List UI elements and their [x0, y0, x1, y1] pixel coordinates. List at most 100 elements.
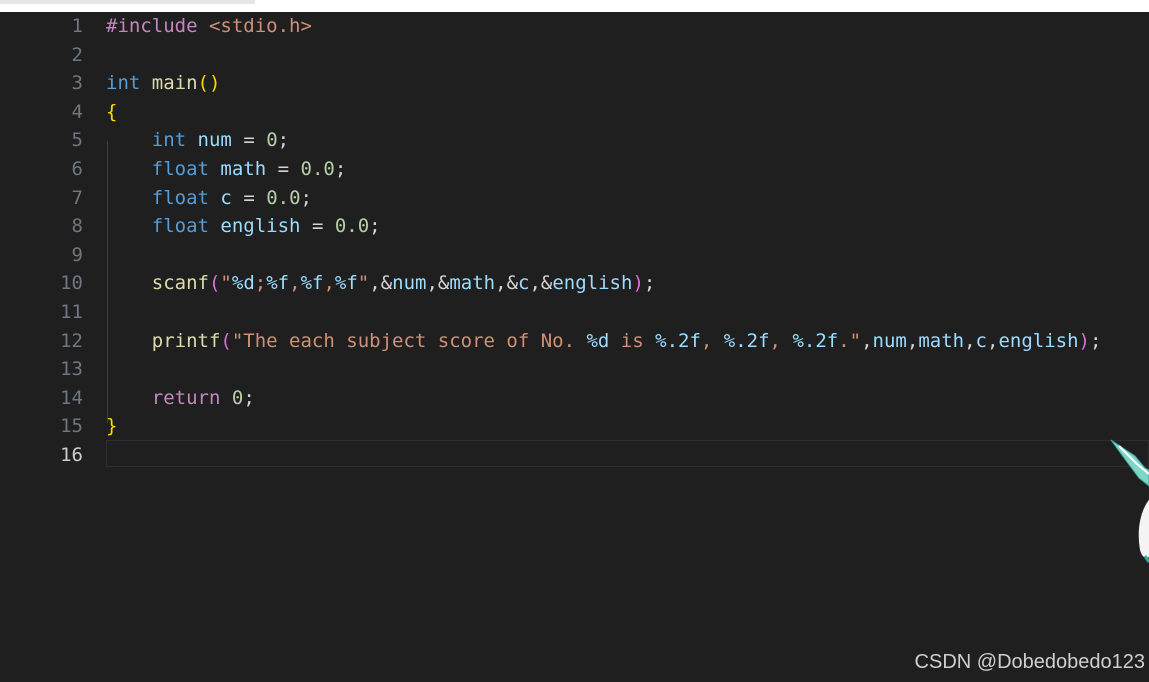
line-code: int main(): [106, 69, 220, 98]
line-number: 12: [60, 329, 83, 352]
code-line[interactable]: 13: [0, 355, 1149, 384]
code-line[interactable]: 9: [0, 241, 1149, 270]
code-token: "The each subject score of No.: [231, 329, 587, 352]
code-line[interactable]: 11: [0, 298, 1149, 327]
code-token: ,: [289, 272, 301, 295]
code-token: ,&: [529, 272, 553, 295]
code-token: ,&: [369, 272, 393, 295]
code-line[interactable]: 1 #include <stdio.h>: [0, 12, 1149, 41]
code-token: main: [151, 72, 198, 95]
code-token: english: [998, 329, 1079, 352]
code-token: {: [106, 100, 118, 123]
code-token: ,: [700, 329, 724, 352]
code-token: =: [266, 158, 301, 180]
line-number: 16: [60, 444, 83, 466]
code-token: (): [197, 72, 221, 95]
line-number: 1: [71, 15, 83, 37]
line-code: float math = 0.0;: [106, 155, 347, 184]
code-token: %f: [334, 272, 358, 295]
code-token: 0.0: [266, 186, 301, 209]
line-number: 3: [71, 72, 83, 95]
code-token: }: [106, 415, 118, 438]
code-line[interactable]: 4{: [0, 98, 1149, 127]
line-number: 15: [60, 415, 83, 438]
line-number: 11: [60, 301, 83, 323]
code-token: ,: [964, 329, 976, 352]
code-token: scanf: [151, 272, 209, 295]
code-line[interactable]: 7 float c = 0.0;: [0, 184, 1149, 213]
code-token: math: [449, 272, 496, 295]
line-code: return 0;: [106, 384, 255, 413]
code-token: c: [220, 186, 232, 209]
code-token: %.2f: [792, 329, 839, 352]
code-token: ): [632, 272, 644, 295]
code-token: ): [1078, 329, 1090, 352]
code-token: is: [609, 329, 656, 352]
code-line[interactable]: 15}: [0, 412, 1149, 441]
code-token: ,: [769, 329, 793, 352]
code-token: math: [918, 329, 965, 352]
line-code: printf("The each subject score of No. %d…: [106, 327, 1102, 356]
code-token: ": [220, 272, 232, 295]
code-token: return: [151, 386, 221, 409]
line-code: }: [106, 412, 117, 441]
code-token: math: [220, 158, 267, 180]
code-token: ,&: [426, 272, 450, 295]
code-token: printf: [151, 329, 221, 352]
line-code: float c = 0.0;: [106, 184, 312, 213]
code-token: ;: [277, 129, 290, 152]
code-token: (: [220, 329, 232, 352]
line-number: 2: [71, 43, 83, 66]
code-token: ;: [254, 272, 267, 295]
code-line[interactable]: 10 scanf("%d;%f,%f,%f",&num,&math,&c,&en…: [0, 269, 1149, 298]
code-token: =: [231, 129, 267, 152]
code-line[interactable]: 8 float english = 0.0;: [0, 212, 1149, 241]
code-token: ;: [300, 186, 312, 209]
code-line[interactable]: 6 float math = 0.0;: [0, 155, 1149, 184]
code-token: %d: [586, 329, 610, 352]
code-token: ": [357, 272, 370, 295]
code-line[interactable]: 12 printf("The each subject score of No.…: [0, 327, 1149, 356]
code-token: ,&: [495, 272, 519, 295]
code-token: %.2f: [723, 329, 770, 352]
code-line[interactable]: 5 int num = 0;: [0, 126, 1149, 155]
code-token: <stdio.h>: [208, 15, 312, 37]
code-editor[interactable]: 1 #include <stdio.h> 2 3 int main() 4{5 int n…: [0, 12, 1149, 682]
code-token: 0.0: [300, 158, 335, 180]
tab-strip-stub: [0, 0, 255, 4]
code-token: english: [220, 215, 301, 238]
line-number: 7: [71, 186, 83, 209]
code-line[interactable]: 2: [0, 41, 1149, 70]
code-token: float: [151, 186, 209, 209]
line-number: 14: [60, 386, 83, 409]
code-token: ;: [643, 272, 656, 295]
line-number: 5: [71, 129, 83, 152]
code-line[interactable]: 14 return 0;: [0, 384, 1149, 413]
code-token: %d: [231, 272, 255, 295]
code-token: .": [838, 329, 862, 352]
line-code: int num = 0;: [106, 126, 289, 155]
code-line[interactable]: 16: [0, 441, 1149, 470]
code-token: #include: [106, 15, 198, 37]
code-token: 0: [231, 386, 244, 409]
line-number: 10: [60, 272, 83, 295]
code-line[interactable]: 3 int main(): [0, 69, 1149, 98]
code-token: float: [151, 215, 209, 238]
code-token: ,: [323, 272, 335, 295]
code-token: %f: [266, 272, 290, 295]
code-token: ;: [334, 158, 347, 180]
code-token: ;: [1089, 329, 1102, 352]
code-token: ,: [987, 329, 999, 352]
line-number: 4: [71, 100, 83, 123]
